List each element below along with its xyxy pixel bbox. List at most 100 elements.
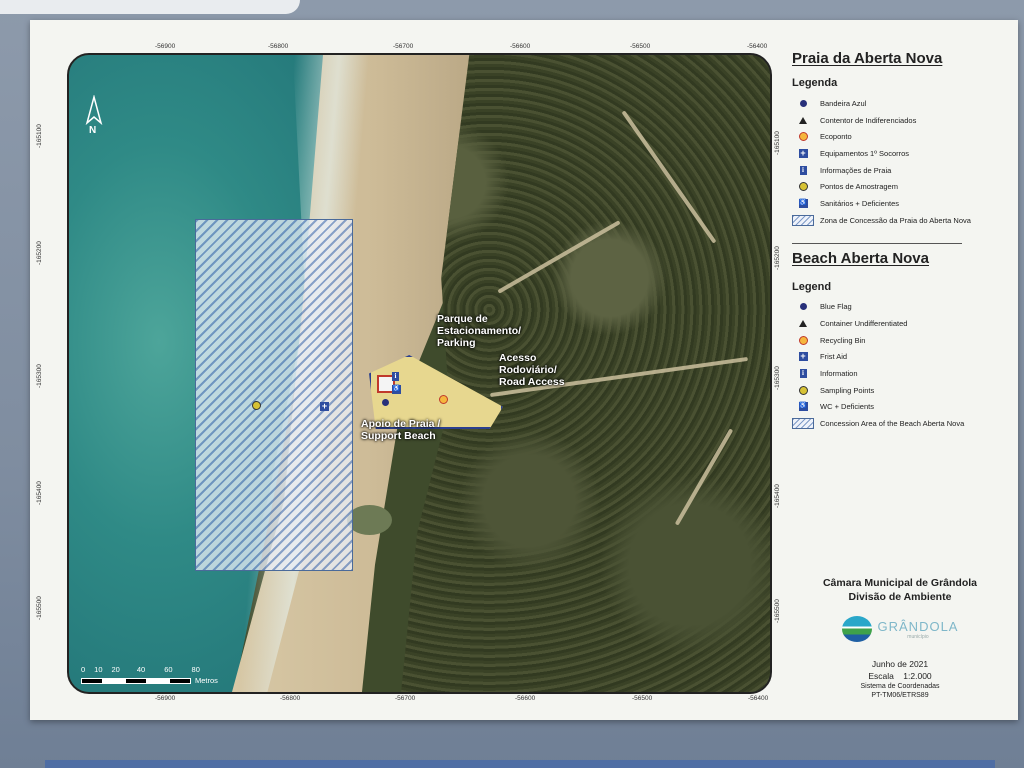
division-name: Divisão de Ambiente	[848, 591, 952, 603]
legend-item: ♿ WC + Deficients	[792, 399, 1012, 416]
sampling-point-marker[interactable]	[252, 401, 261, 410]
legend-label: Recycling Bin	[820, 335, 866, 345]
first-aid-marker[interactable]: +	[320, 402, 329, 411]
coord-y-label: -165300	[36, 364, 43, 388]
scale-tick: 60	[164, 665, 173, 674]
coord-system-code: PT-TM06/ETRS89	[871, 692, 929, 699]
coord-system-line: Sistema de Coordenadas	[860, 683, 940, 690]
coord-y-label: -165400	[36, 481, 43, 505]
title-english: Beach Aberta Nova	[792, 249, 929, 267]
legend-item: Sampling Points	[792, 382, 1012, 399]
legend-list-en: Blue Flag Container Undifferentiated Rec…	[792, 299, 1012, 433]
north-arrow-icon: N	[83, 94, 105, 139]
legend-label: Contentor de Indiferenciados	[820, 115, 917, 125]
logo-mark-icon	[841, 616, 872, 642]
recycling-icon	[798, 335, 808, 345]
legend-item: i Information	[792, 365, 1012, 382]
legend-item: ♿ Sanitários + Deficientes	[792, 195, 1012, 212]
coord-y-label: -165300	[774, 366, 781, 390]
legend-item: Concession Area of the Beach Aberta Nova	[792, 415, 1012, 432]
legend-list-pt: Bandeira Azul Contentor de Indiferenciad…	[792, 95, 1012, 229]
map-scale: Escala 1:2.000	[868, 671, 932, 681]
lagoon	[347, 505, 392, 535]
coord-x-label: -56900	[155, 43, 176, 50]
legend-item: Container Undifferentiated	[792, 315, 1012, 332]
info-icon: i	[799, 165, 807, 175]
legend-label: WC + Deficients	[820, 402, 874, 412]
scale-tick: 10	[94, 665, 103, 674]
map-date: Junho de 2021	[871, 659, 929, 669]
footer-block: Câmara Municipal de Grândola Divisão de …	[800, 576, 1000, 700]
legend-item: Blue Flag	[792, 299, 1012, 316]
sampling-icon	[798, 182, 808, 192]
coord-x-label: -56500	[630, 43, 651, 50]
road-access-label: Acesso Rodoviário/ Road Access	[499, 352, 565, 388]
legend-label: Blue Flag	[820, 302, 852, 312]
divider	[792, 242, 962, 244]
legend-label: Information	[820, 369, 858, 379]
concession-area-icon	[792, 214, 814, 226]
legend-label: Informações de Praia	[820, 165, 892, 175]
first-aid-icon: +	[798, 147, 808, 158]
legend-item: + Frist Aid	[792, 349, 1012, 366]
coord-x-label: -56700	[393, 43, 414, 50]
scale-unit: Metros	[195, 676, 218, 685]
coord-x-label: -56400	[748, 695, 769, 702]
legend-label: Sanitários + Deficientes	[820, 198, 899, 208]
first-aid-icon: +	[798, 351, 808, 362]
concession-area-icon	[792, 418, 814, 430]
scale-tick: 0	[81, 665, 86, 674]
legend-label: Pontos de Amostragem	[820, 182, 898, 192]
coord-y-label: -165200	[774, 246, 781, 270]
legend-label: Container Undifferentiated	[820, 319, 908, 329]
coord-y-label: -165400	[774, 484, 781, 508]
coord-y-label: -165200	[36, 241, 43, 265]
coord-x-label: -56600	[515, 695, 536, 702]
aerial-map[interactable]: + i ♿ Parque de Estacionamento/ Parking …	[67, 53, 772, 694]
coord-y-label: -165500	[36, 596, 43, 620]
blue-flag-icon	[799, 99, 807, 107]
coord-x-label: -56900	[155, 695, 176, 702]
legend-item: Recycling Bin	[792, 332, 1012, 349]
map-board: -56900 -56800 -56700 -56600 -56500 -5640…	[30, 20, 1018, 720]
organization-name: Câmara Municipal de Grândola	[822, 577, 978, 589]
legend-item: Ecoponto	[792, 128, 1012, 145]
background-strip-bottom	[45, 760, 995, 768]
wc-marker[interactable]: ♿	[392, 385, 401, 394]
wc-icon: ♿	[798, 402, 808, 412]
coord-y-label: -165100	[774, 131, 781, 155]
logo-text: GRÂNDOLA	[877, 618, 959, 634]
recycling-icon	[798, 132, 808, 142]
recycling-bin-marker[interactable]	[439, 395, 448, 404]
wc-icon: ♿	[798, 198, 808, 208]
container-icon	[799, 116, 807, 124]
legend-item: Zona de Concessão da Praia do Aberta Nov…	[792, 212, 1012, 229]
legend-heading-pt: Legenda	[792, 77, 838, 89]
info-marker[interactable]: i	[392, 372, 399, 381]
legend-item: + Equipamentos 1º Socorros	[792, 145, 1012, 162]
legend-label: Equipamentos 1º Socorros	[820, 148, 910, 158]
legend-item: i Informações de Praia	[792, 162, 1012, 179]
scale-bar: 0 10 20 40 60 80 Metros	[81, 665, 218, 685]
coord-x-label: -56500	[632, 695, 653, 702]
legend-item: Contentor de Indiferenciados	[792, 112, 1012, 129]
parking-label: Parque de Estacionamento/ Parking	[437, 313, 522, 349]
scale-tick: 20	[111, 665, 120, 674]
coord-y-label: -165100	[36, 124, 43, 148]
legend-item: Pontos de Amostragem	[792, 178, 1012, 195]
legend-panel: Praia da Aberta Nova Legenda Bandeira Az…	[792, 50, 1012, 432]
map-metadata: Junho de 2021 Escala 1:2.000 Sistema de …	[800, 658, 1000, 700]
legend-label: Ecoponto	[820, 132, 852, 142]
grandola-logo: GRÂNDOLA município	[835, 614, 965, 644]
legend-heading-en: Legend	[792, 280, 832, 293]
legend-label: Bandeira Azul	[820, 98, 867, 108]
legend-label: Sampling Points	[820, 385, 875, 395]
legend-item: Bandeira Azul	[792, 95, 1012, 112]
concession-area[interactable]	[195, 219, 353, 571]
legend-label: Zona de Concessão da Praia do Aberta Nov…	[820, 215, 971, 225]
scale-tick: 80	[191, 665, 200, 674]
blue-flag-marker[interactable]	[382, 399, 389, 406]
legend-label: Concession Area of the Beach Aberta Nova	[820, 419, 965, 429]
info-icon: i	[799, 369, 807, 379]
coord-y-label: -165500	[774, 599, 781, 623]
